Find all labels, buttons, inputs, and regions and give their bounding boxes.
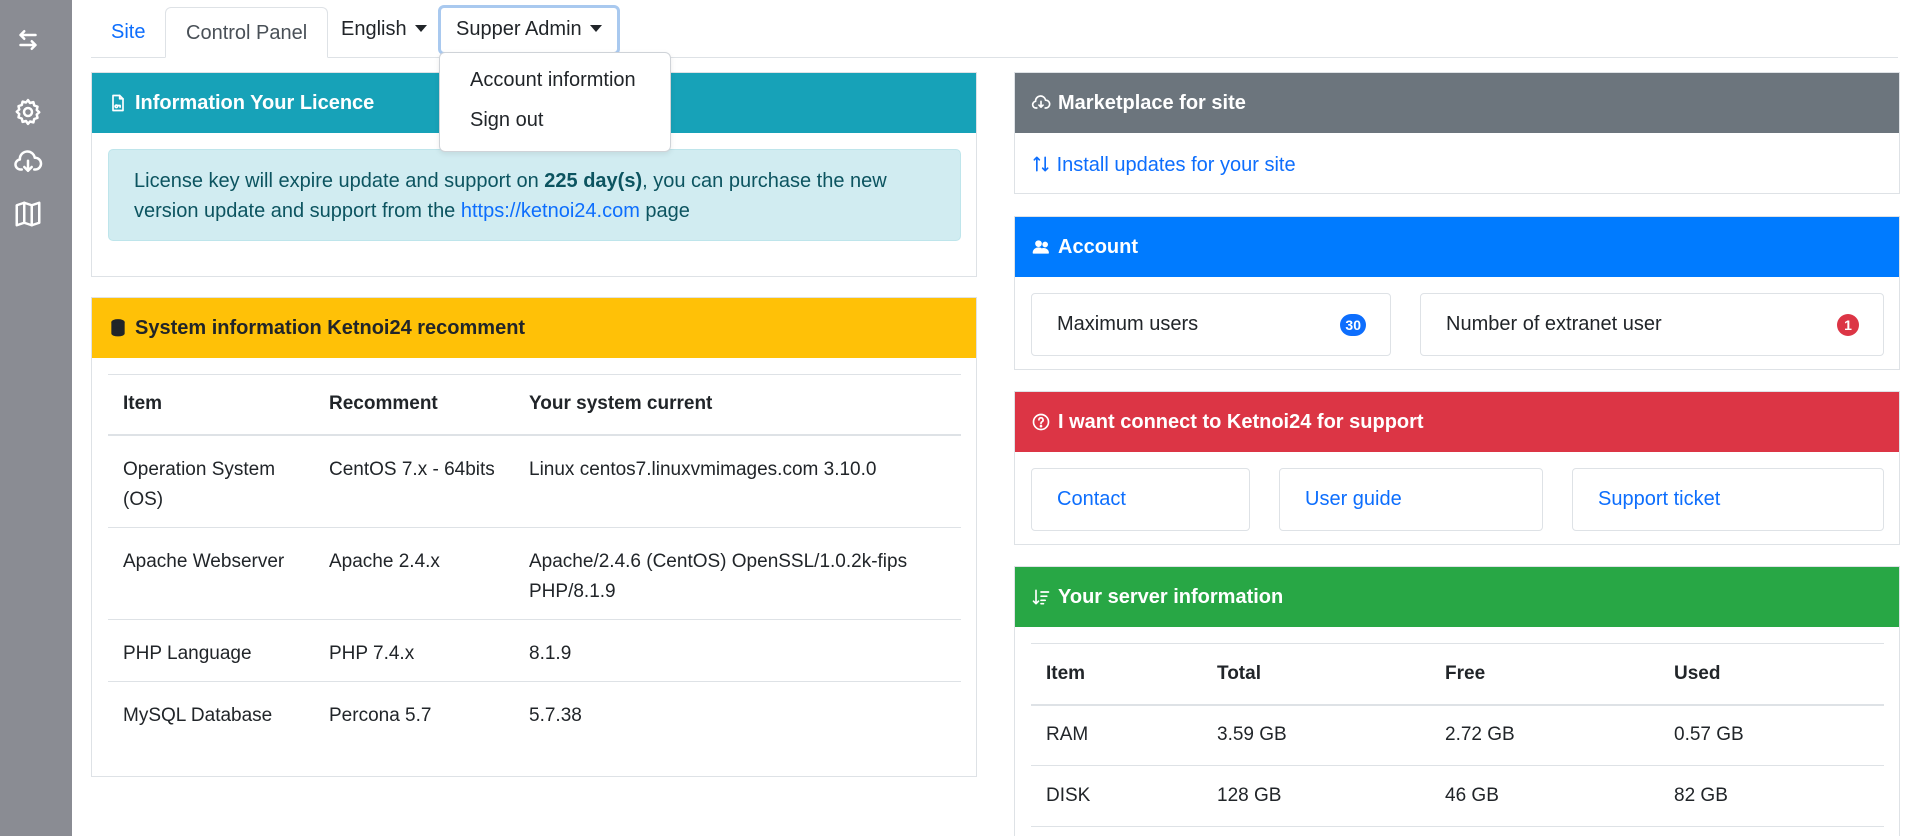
table-row: MySQL Database Percona 5.7 5.7.38 <box>108 681 961 743</box>
maximum-users-item: Maximum users 30 <box>1031 293 1391 356</box>
user-dropdown[interactable]: Supper Admin <box>438 5 620 55</box>
icon-sidebar <box>0 0 72 836</box>
table-cell: 82 GB <box>1674 785 1728 806</box>
table-cell: 46 GB <box>1445 785 1499 806</box>
table-cell: Linux centos7.linuxvmimages.com 3.10.0 <box>529 458 877 480</box>
table-cell: 128 GB <box>1217 785 1282 806</box>
support-ticket-button[interactable]: Support ticket <box>1572 468 1884 531</box>
user-dropdown-menu: Account informtion Sign out <box>439 52 671 152</box>
collapse-arrows-icon[interactable] <box>12 24 44 56</box>
table-row: PHP Language PHP 7.4.x 8.1.9 <box>108 619 961 681</box>
users-icon <box>1032 240 1049 254</box>
licence-text-after: page <box>639 200 690 222</box>
table-cell: DISK <box>1046 785 1091 806</box>
account-header: Account <box>1015 217 1899 277</box>
tab-site[interactable]: Site <box>91 7 165 58</box>
extranet-users-label: Number of extranet user <box>1446 313 1662 335</box>
system-info-title: System information Ketnoi24 recomment <box>135 316 526 339</box>
column-header: Free <box>1445 662 1486 684</box>
tab-control-panel[interactable]: Control Panel <box>165 7 329 58</box>
server-info-card: Your server information Item Total Free … <box>1014 566 1900 836</box>
account-title: Account <box>1058 235 1138 258</box>
table-cell: Operation System (OS) <box>123 458 276 510</box>
support-title: I want connect to Ketnoi24 for support <box>1058 410 1424 433</box>
table-header-row: Item Recomment Your system current <box>108 375 961 435</box>
server-info-header: Your server information <box>1015 567 1899 627</box>
column-header: Used <box>1674 662 1721 684</box>
cloud-download-icon <box>1031 95 1051 109</box>
table-cell: Apache Webserver <box>123 550 285 572</box>
table-cell: PHP Language <box>123 642 252 664</box>
maximum-users-badge: 30 <box>1340 314 1366 336</box>
user-guide-button[interactable]: User guide <box>1279 468 1543 531</box>
sort-amount-icon <box>1032 589 1050 605</box>
user-dropdown-label: Supper Admin <box>456 18 582 40</box>
sort-arrows-icon <box>1033 156 1049 172</box>
column-header: Item <box>1046 662 1086 684</box>
table-cell: PHP 7.4.x <box>329 642 415 664</box>
ketnoi24-link[interactable]: https://ketnoi24.com <box>461 200 640 222</box>
database-icon <box>111 319 125 337</box>
maximum-users-label: Maximum users <box>1057 313 1199 335</box>
support-card: I want connect to Ketnoi24 for support C… <box>1014 391 1900 545</box>
table-row: Apache Webserver Apache 2.4.x Apache/2.4… <box>108 527 961 619</box>
table-row: Operation System (OS) CentOS 7.x - 64bit… <box>108 435 961 527</box>
table-cell: Apache 2.4.x <box>329 550 440 572</box>
table-cell: 2.72 GB <box>1445 724 1515 746</box>
gear-icon[interactable] <box>12 96 44 128</box>
table-row: DISK 128 GB 46 GB 82 GB <box>1031 766 1884 827</box>
licence-text-before: License key will expire update and suppo… <box>134 170 545 192</box>
table-header-row: Item Total Free Used <box>1031 644 1884 705</box>
language-dropdown-label: English <box>341 18 407 40</box>
install-updates-link[interactable]: Install updates for your site <box>1031 154 1296 177</box>
menu-item-sign-out[interactable]: Sign out <box>440 109 670 132</box>
contact-button[interactable]: Contact <box>1031 468 1250 531</box>
table-row: RAM 3.59 GB 2.72 GB 0.57 GB <box>1031 705 1884 766</box>
map-icon[interactable] <box>12 198 44 230</box>
file-key-icon <box>112 94 124 112</box>
column-header: Recomment <box>329 393 438 415</box>
install-updates-label: Install updates for your site <box>1056 154 1296 176</box>
extranet-users-item: Number of extranet user 1 <box>1420 293 1884 356</box>
licence-days: 225 day(s) <box>544 170 643 192</box>
table-cell: 0.57 GB <box>1674 724 1744 746</box>
table-cell: CentOS 7.x - 64bits <box>329 458 495 480</box>
table-cell: Apache/2.4.6 (CentOS) OpenSSL/1.0.2k-fip… <box>529 550 908 602</box>
extranet-users-badge: 1 <box>1837 314 1859 336</box>
table-cell: 5.7.38 <box>529 704 582 726</box>
licence-card-title: Information Your Licence <box>135 91 375 114</box>
column-header: Total <box>1217 662 1261 684</box>
table-cell: 8.1.9 <box>529 642 572 664</box>
system-info-header: System information Ketnoi24 recomment <box>92 298 976 358</box>
column-header: Item <box>123 393 163 415</box>
cloud-download-icon[interactable] <box>12 146 44 178</box>
marketplace-card: Marketplace for site Install updates for… <box>1014 72 1900 194</box>
server-info-title: Your server information <box>1058 585 1284 608</box>
marketplace-header: Marketplace for site <box>1015 73 1899 133</box>
support-header: I want connect to Ketnoi24 for support <box>1015 392 1899 452</box>
table-cell: 3.59 GB <box>1217 724 1287 746</box>
column-header: Your system current <box>529 393 713 415</box>
account-card: Account Maximum users 30 Number of extra… <box>1014 216 1900 370</box>
menu-item-account-information[interactable]: Account informtion <box>440 69 670 92</box>
table-cell: RAM <box>1046 724 1089 746</box>
system-info-table: Item Recomment Your system current Opera… <box>108 374 961 743</box>
question-circle-icon <box>1032 413 1050 431</box>
system-info-card: System information Ketnoi24 recomment It… <box>91 297 977 777</box>
licence-alert: License key will expire update and suppo… <box>108 149 961 241</box>
table-cell: Percona 5.7 <box>329 704 432 726</box>
table-cell: MySQL Database <box>123 704 273 726</box>
marketplace-title: Marketplace for site <box>1058 91 1246 114</box>
caret-down-icon <box>589 25 602 32</box>
language-dropdown[interactable]: English <box>327 5 441 53</box>
caret-down-icon <box>414 25 427 32</box>
top-nav: Site Control Panel English Supper Admin <box>91 0 1898 58</box>
server-info-table: Item Total Free Used RAM 3.59 GB 2.72 GB… <box>1031 643 1884 827</box>
